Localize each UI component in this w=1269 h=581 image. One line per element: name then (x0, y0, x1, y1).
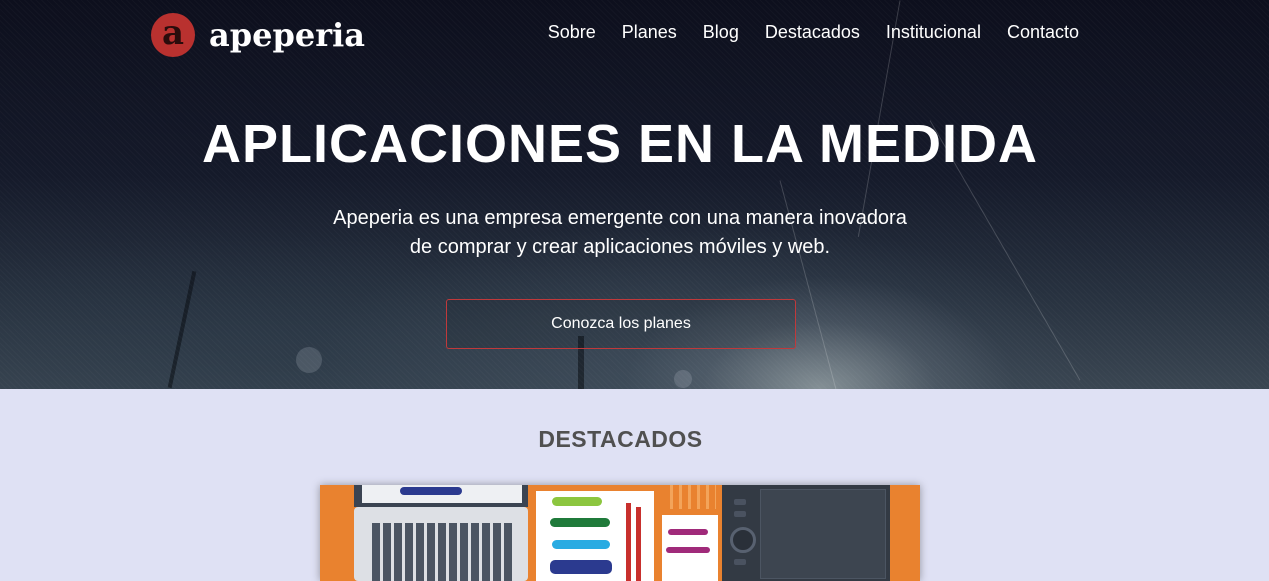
hero-lead: Apeperia es una empresa emergente con un… (333, 207, 907, 258)
nav-link-destacados[interactable]: Destacados (765, 20, 860, 44)
pencils-icon (664, 485, 716, 509)
paintbrush-icon (636, 507, 641, 581)
tablet-pad (760, 489, 886, 579)
paint-stroke (666, 547, 710, 553)
hero-section: a apeperia Sobre Planes Blog Destacados … (0, 0, 1269, 389)
crane-silhouette (167, 270, 197, 389)
brand-name: apeperia (209, 16, 365, 54)
logo-letter: a (161, 12, 185, 53)
featured-image[interactable] (320, 485, 920, 581)
nav-link-planes[interactable]: Planes (622, 20, 677, 44)
logo-icon: a (151, 13, 195, 57)
lens-flare (674, 370, 692, 388)
tablet-button (734, 559, 746, 565)
paint-stroke (668, 529, 708, 535)
nav-link-blog[interactable]: Blog (703, 20, 739, 44)
paint-stroke (400, 487, 462, 495)
nav-link-contacto[interactable]: Contacto (1007, 20, 1079, 44)
brand-logo[interactable]: a apeperia (151, 13, 365, 57)
tablet-dial-icon (730, 527, 756, 553)
hero-title: APLICACIONES EN LA MEDIDA (201, 114, 1039, 174)
paint-stroke (552, 540, 610, 549)
main-nav: Sobre Planes Blog Destacados Institucion… (522, 20, 1079, 44)
tablet-button (734, 511, 746, 517)
paint-stroke (550, 560, 612, 574)
nav-link-sobre[interactable]: Sobre (548, 20, 596, 44)
laptop-keyboard (372, 523, 512, 581)
paint-stroke (552, 497, 602, 506)
lens-flare (296, 347, 322, 373)
featured-section-title: DESTACADOS (538, 426, 703, 452)
plans-cta-button[interactable]: Conozca los planes (446, 299, 796, 349)
tablet-button (734, 499, 746, 505)
paintbrush-icon (626, 503, 631, 581)
paint-stroke (550, 518, 610, 527)
nav-link-institucional[interactable]: Institucional (886, 20, 981, 44)
